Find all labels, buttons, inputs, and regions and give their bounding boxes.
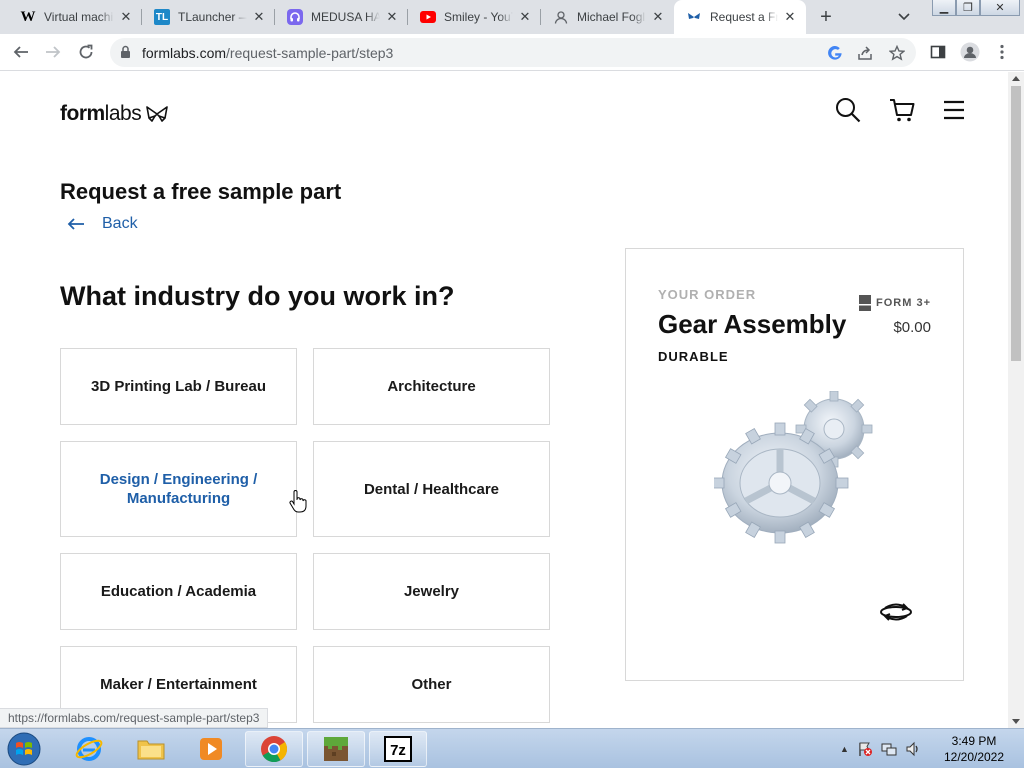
url-text: formlabs.com/request-sample-part/step3 — [142, 45, 394, 61]
hand-cursor-icon — [289, 490, 307, 513]
tab-title: Virtual machine — [44, 10, 114, 24]
show-hidden-icons-icon[interactable]: ▲ — [840, 744, 849, 754]
tab-request-free-sample[interactable]: Request a Free ✕ — [674, 0, 806, 34]
tab-search-chevron-icon[interactable] — [894, 7, 914, 27]
order-eyebrow: YOUR ORDER — [658, 287, 757, 302]
google-translate-icon[interactable] — [826, 44, 844, 62]
back-arrow-icon[interactable] — [9, 40, 33, 64]
headset-icon — [287, 9, 303, 25]
tlauncher-icon: TL — [154, 9, 170, 25]
option-other[interactable]: Other — [313, 646, 550, 723]
close-tab-icon[interactable]: ✕ — [118, 9, 134, 25]
scroll-down-arrow-icon[interactable] — [1012, 719, 1020, 724]
option-dental-healthcare[interactable]: Dental / Healthcare — [313, 441, 550, 537]
butterfly-icon — [146, 106, 169, 122]
system-tray: ▲ — [840, 733, 921, 765]
scrollbar-thumb[interactable] — [1011, 86, 1021, 361]
profile-avatar-icon[interactable] — [958, 40, 982, 64]
search-icon[interactable] — [834, 96, 862, 124]
tab-virtual-machine[interactable]: W Virtual machine ✕ — [8, 0, 142, 34]
taskbar-clock[interactable]: 3:49 PM 12/20/2022 — [934, 733, 1014, 765]
printer-label: FORM 3+ — [859, 295, 931, 311]
tab-tlauncher[interactable]: TL TLauncher — Minecraft ✕ — [142, 0, 275, 34]
back-link[interactable]: Back — [66, 215, 138, 233]
minimize-window-button[interactable]: ▁ — [932, 0, 956, 16]
option-jewelry[interactable]: Jewelry — [313, 553, 550, 630]
web-page: form labs Request a free sample part Back… — [0, 72, 1008, 728]
lock-icon[interactable] — [120, 45, 131, 64]
close-tab-icon[interactable]: ✕ — [251, 9, 267, 25]
restore-window-button[interactable]: ❐ — [956, 0, 980, 16]
minecraft-taskbar-icon[interactable] — [307, 731, 365, 767]
link-status-bar: https://formlabs.com/request-sample-part… — [0, 708, 269, 728]
close-tab-icon[interactable]: ✕ — [782, 9, 798, 25]
scroll-up-arrow-icon[interactable] — [1012, 76, 1020, 81]
address-bar[interactable]: formlabs.com/request-sample-part/step3 — [110, 38, 916, 67]
industry-question: What industry do you work in? — [60, 281, 455, 311]
browser-menu-icon[interactable] — [990, 40, 1014, 64]
option-3d-printing-lab[interactable]: 3D Printing Lab / Bureau — [60, 348, 297, 425]
action-center-flag-icon[interactable] — [857, 741, 873, 757]
part-name: Gear Assembly — [658, 309, 847, 339]
svg-text:7z: 7z — [390, 742, 406, 759]
tab-title: MEDUSA HA — [311, 10, 380, 24]
tab-title: Request a Free — [710, 10, 778, 24]
share-icon[interactable] — [856, 44, 874, 62]
tab-michael[interactable]: Michael Fogl ✕ — [541, 0, 674, 34]
browser-toolbar: formlabs.com/request-sample-part/step3 — [0, 34, 1024, 71]
tab-strip: W Virtual machine ✕ TL TLauncher — Minec… — [0, 0, 1024, 34]
option-education-academia[interactable]: Education / Academia — [60, 553, 297, 630]
close-tab-icon[interactable]: ✕ — [517, 9, 533, 25]
hamburger-menu-icon[interactable] — [940, 96, 968, 124]
file-explorer-taskbar-icon[interactable] — [122, 731, 180, 767]
reload-icon[interactable] — [74, 40, 98, 64]
tab-youtube[interactable]: Smiley - YouTube ✕ — [408, 0, 541, 34]
start-button[interactable] — [4, 730, 44, 768]
person-icon — [553, 9, 569, 25]
internet-explorer-taskbar-icon[interactable] — [60, 731, 118, 767]
youtube-icon — [420, 9, 436, 25]
close-tab-icon[interactable]: ✕ — [650, 9, 666, 25]
close-window-button[interactable]: ✕ — [980, 0, 1020, 16]
windows-orb-icon — [7, 732, 41, 766]
option-design-engineering-manufacturing[interactable]: Design / Engineering / Manufacturing — [60, 441, 297, 537]
part-price: $0.00 — [893, 319, 931, 336]
formlabs-logo[interactable]: form labs — [60, 102, 169, 126]
tab-title: Michael Fogl — [577, 10, 646, 24]
material-label: DURABLE — [658, 349, 729, 364]
forward-arrow-icon[interactable] — [41, 40, 65, 64]
new-tab-button[interactable]: + — [814, 5, 838, 29]
page-scrollbar[interactable] — [1008, 72, 1024, 728]
tab-title: TLauncher — Minecraft — [178, 10, 247, 24]
7zip-taskbar-icon[interactable]: 7z — [369, 731, 427, 767]
clock-time: 3:49 PM — [951, 734, 997, 748]
order-summary-card: YOUR ORDER FORM 3+ Gear Assembly $0.00 D… — [625, 248, 964, 681]
printer-icon — [859, 295, 872, 311]
arrow-left-icon — [67, 218, 84, 230]
tab-title: Smiley - YouTube — [444, 10, 513, 24]
windows-taskbar: 7z ▲ 3:49 PM 12/20/2022 — [0, 728, 1024, 768]
chrome-taskbar-icon[interactable] — [245, 731, 303, 767]
side-panel-icon[interactable] — [926, 40, 950, 64]
page-title: Request a free sample part — [60, 179, 342, 204]
gear-assembly-image — [714, 391, 873, 544]
tab-medusa[interactable]: MEDUSA HA ✕ — [275, 0, 408, 34]
cart-icon[interactable] — [888, 96, 916, 124]
network-icon[interactable] — [881, 741, 897, 757]
bookmark-star-icon[interactable] — [888, 44, 906, 62]
clock-date: 12/20/2022 — [943, 750, 1005, 764]
media-player-taskbar-icon[interactable] — [182, 731, 240, 767]
rotate-360-icon[interactable] — [879, 597, 913, 627]
option-architecture[interactable]: Architecture — [313, 348, 550, 425]
wikipedia-icon: W — [20, 8, 36, 25]
volume-icon[interactable] — [905, 741, 921, 757]
formlabs-butterfly-icon — [686, 9, 702, 25]
close-tab-icon[interactable]: ✕ — [384, 9, 400, 25]
